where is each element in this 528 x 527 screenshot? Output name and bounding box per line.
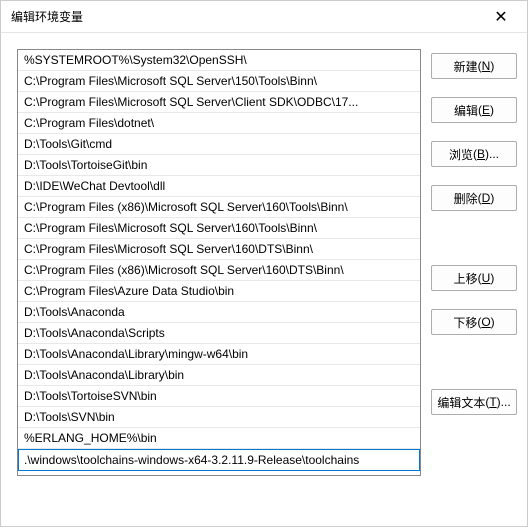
path-entry[interactable]: C:\Program Files\dotnet\: [18, 113, 420, 134]
edit-button[interactable]: 编辑(E): [431, 97, 517, 123]
path-entry[interactable]: %SYSTEMROOT%\System32\OpenSSH\: [18, 50, 420, 71]
path-entry[interactable]: C:\Program Files (x86)\Microsoft SQL Ser…: [18, 260, 420, 281]
path-list-panel: %SYSTEMROOT%\System32\OpenSSH\C:\Program…: [17, 49, 421, 476]
path-entry[interactable]: C:\Program Files\Microsoft SQL Server\16…: [18, 239, 420, 260]
path-entry[interactable]: D:\Tools\Anaconda: [18, 302, 420, 323]
dialog-body: %SYSTEMROOT%\System32\OpenSSH\C:\Program…: [1, 33, 527, 486]
path-entry[interactable]: C:\Program Files\Microsoft SQL Server\Cl…: [18, 92, 420, 113]
close-button[interactable]: ✕: [481, 3, 521, 31]
env-var-edit-dialog: 编辑环境变量 ✕ %SYSTEMROOT%\System32\OpenSSH\C…: [0, 0, 528, 527]
window-title: 编辑环境变量: [11, 8, 481, 25]
browse-button[interactable]: 浏览(B)...: [431, 141, 517, 167]
path-entry[interactable]: C:\Program Files\Microsoft SQL Server\15…: [18, 71, 420, 92]
path-entry[interactable]: D:\IDE\WeChat Devtool\dll: [18, 176, 420, 197]
move-down-button[interactable]: 下移(O): [431, 309, 517, 335]
path-entry[interactable]: C:\Program Files\Microsoft SQL Server\16…: [18, 218, 420, 239]
path-entry[interactable]: D:\Tools\TortoiseGit\bin: [18, 155, 420, 176]
close-icon: ✕: [494, 7, 507, 27]
titlebar: 编辑环境变量 ✕: [1, 1, 527, 33]
path-listbox[interactable]: %SYSTEMROOT%\System32\OpenSSH\C:\Program…: [18, 50, 420, 475]
new-button[interactable]: 新建(N): [431, 53, 517, 79]
side-buttons: 新建(N) 编辑(E) 浏览(B)... 删除(D) 上移(U) 下移(O) 编…: [431, 49, 517, 476]
dialog-footer: [1, 486, 527, 526]
path-entry[interactable]: D:\Tools\Git\cmd: [18, 134, 420, 155]
path-entry[interactable]: C:\Program Files (x86)\Microsoft SQL Ser…: [18, 197, 420, 218]
path-entry[interactable]: D:\Tools\Anaconda\Scripts: [18, 323, 420, 344]
path-entry[interactable]: D:\Tools\Anaconda\Library\bin: [18, 365, 420, 386]
delete-button[interactable]: 删除(D): [431, 185, 517, 211]
path-entry[interactable]: %ERLANG_HOME%\bin: [18, 428, 420, 449]
move-up-button[interactable]: 上移(U): [431, 265, 517, 291]
path-entry[interactable]: D:\Tools\Anaconda\Library\mingw-w64\bin: [18, 344, 420, 365]
path-entry[interactable]: .\windows\toolchains-windows-x64-3.2.11.…: [18, 449, 420, 471]
edit-text-button[interactable]: 编辑文本(T)...: [431, 389, 517, 415]
path-entry[interactable]: D:\Tools\TortoiseSVN\bin: [18, 386, 420, 407]
path-entry[interactable]: D:\Tools\SVN\bin: [18, 407, 420, 428]
path-entry[interactable]: C:\Program Files\Azure Data Studio\bin: [18, 281, 420, 302]
